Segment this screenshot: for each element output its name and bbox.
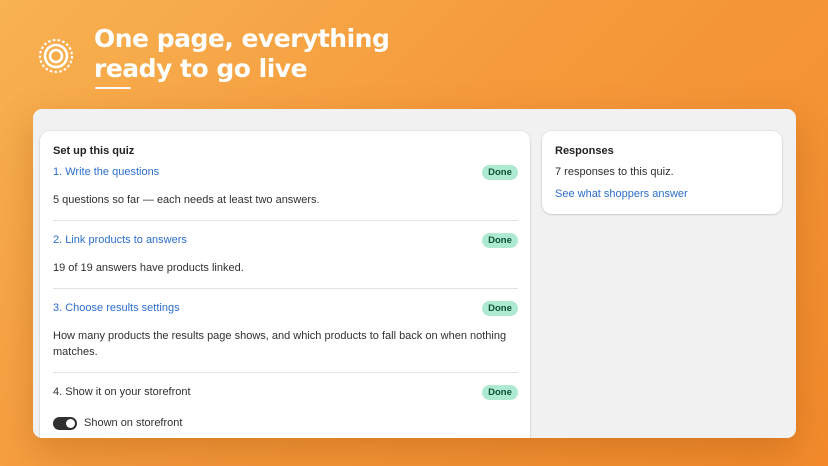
status-badge: Done — [482, 233, 518, 248]
responses-card: Responses 7 responses to this quiz. See … — [542, 131, 782, 214]
status-badge: Done — [482, 165, 518, 180]
hero-underline — [95, 87, 131, 89]
responses-card-title: Responses — [555, 145, 614, 157]
divider — [53, 220, 518, 221]
status-badge: Done — [482, 385, 518, 400]
responses-summary: 7 responses to this quiz. — [555, 166, 674, 178]
step-results-settings-link[interactable]: 3. Choose results settings — [53, 302, 180, 314]
step-storefront-label: 4. Show it on your storefront — [53, 386, 191, 398]
hero-title-line-2: ready to go live — [94, 54, 308, 83]
step-description: 19 of 19 answers have products linked. — [53, 262, 244, 274]
toggle-knob — [66, 419, 75, 428]
storefront-toggle[interactable] — [53, 417, 77, 430]
step-write-questions-link[interactable]: 1. Write the questions — [53, 166, 159, 178]
setup-card: Set up this quiz 1. Write the questions … — [40, 131, 530, 438]
app-window: Set up this quiz 1. Write the questions … — [33, 109, 796, 438]
hero-title: One page, everything ready to go live — [94, 24, 390, 84]
step-link-products-link[interactable]: 2. Link products to answers — [53, 234, 187, 246]
storefront-toggle-label: Shown on storefront — [84, 417, 183, 429]
divider — [53, 372, 518, 373]
see-answers-link[interactable]: See what shoppers answer — [555, 188, 688, 200]
step-description: 5 questions so far — each needs at least… — [53, 194, 320, 206]
divider — [53, 288, 518, 289]
step-description: How many products the results page shows… — [53, 330, 507, 358]
status-badge: Done — [482, 301, 518, 316]
target-logo-icon — [38, 38, 74, 74]
hero-title-line-1: One page, everything — [94, 24, 390, 53]
setup-card-title: Set up this quiz — [53, 145, 135, 157]
